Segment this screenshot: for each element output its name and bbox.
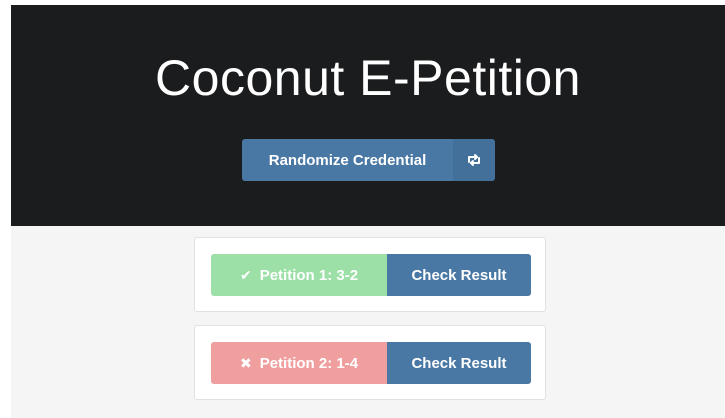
page-title: Coconut E-Petition — [155, 50, 581, 106]
check-icon: ✔ — [239, 266, 252, 283]
petition-list: ✔ Petition 1: 3-2 Check Result ✖ Petitio… — [11, 226, 725, 418]
times-icon: ✖ — [239, 354, 252, 371]
retweet-icon — [453, 139, 495, 181]
check-result-button[interactable]: Check Result — [387, 254, 531, 296]
petition-label: Petition 2: 1-4 — [259, 354, 359, 372]
randomize-credential-label: Randomize Credential — [242, 139, 453, 181]
petition-card: ✔ Petition 1: 3-2 Check Result — [194, 237, 546, 312]
petition-card: ✖ Petition 2: 1-4 Check Result — [194, 325, 546, 400]
petition-row: ✔ Petition 1: 3-2 Check Result — [211, 254, 531, 296]
check-result-button[interactable]: Check Result — [387, 342, 531, 384]
petition-status-success: ✔ Petition 1: 3-2 — [211, 254, 387, 296]
randomize-credential-button[interactable]: Randomize Credential — [242, 139, 495, 181]
petition-row: ✖ Petition 2: 1-4 Check Result — [211, 342, 531, 384]
petition-label: Petition 1: 3-2 — [259, 266, 359, 284]
petition-status-failure: ✖ Petition 2: 1-4 — [211, 342, 387, 384]
hero-header: Coconut E-Petition Randomize Credential — [11, 5, 725, 226]
